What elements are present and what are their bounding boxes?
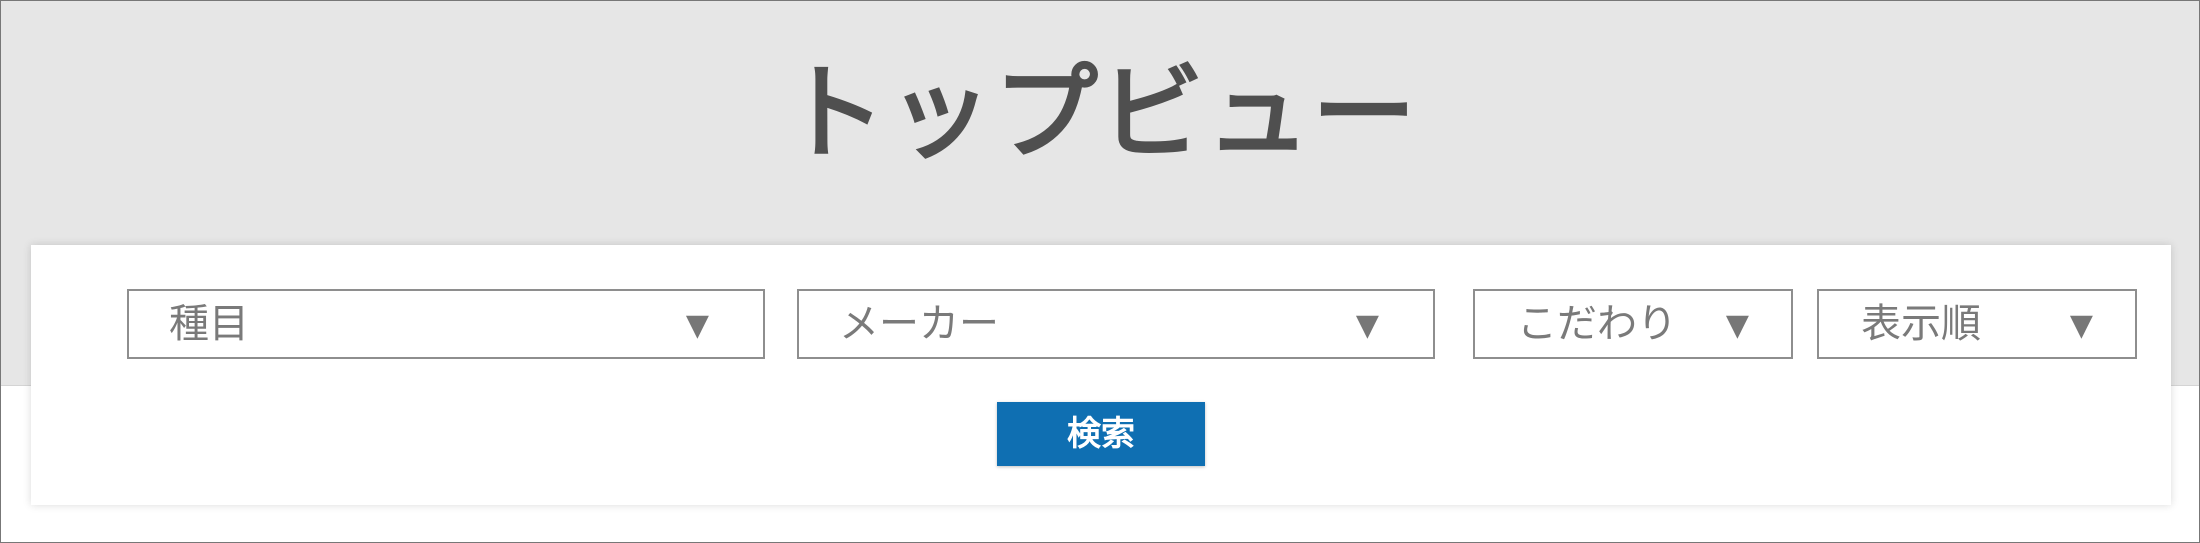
sort-order-select[interactable]: 表示順 ▼ — [1817, 289, 2137, 359]
search-panel: 種目 ▼ メーカー ▼ こだわり ▼ 表示順 ▼ 検索 — [31, 245, 2171, 505]
maker-select[interactable]: メーカー ▼ — [797, 289, 1435, 359]
dropdown-arrow-icon: ▼ — [685, 308, 709, 343]
dropdown-arrow-icon: ▼ — [2069, 308, 2093, 343]
category-select[interactable]: 種目 ▼ — [127, 289, 765, 359]
app-frame: トップビュー 種目 ▼ メーカー ▼ こだわり ▼ 表示順 ▼ 検索 — [0, 0, 2200, 543]
dropdown-arrow-icon: ▼ — [1355, 308, 1379, 343]
search-button[interactable]: 検索 — [997, 402, 1205, 466]
maker-select-label: メーカー — [839, 301, 999, 347]
sort-order-select-label: 表示順 — [1861, 301, 1981, 347]
feature-select-label: こだわり — [1517, 301, 1677, 347]
page-title: トップビュー — [781, 52, 1418, 174]
category-select-label: 種目 — [169, 301, 249, 347]
feature-select[interactable]: こだわり ▼ — [1473, 289, 1793, 359]
dropdown-arrow-icon: ▼ — [1725, 308, 1749, 343]
